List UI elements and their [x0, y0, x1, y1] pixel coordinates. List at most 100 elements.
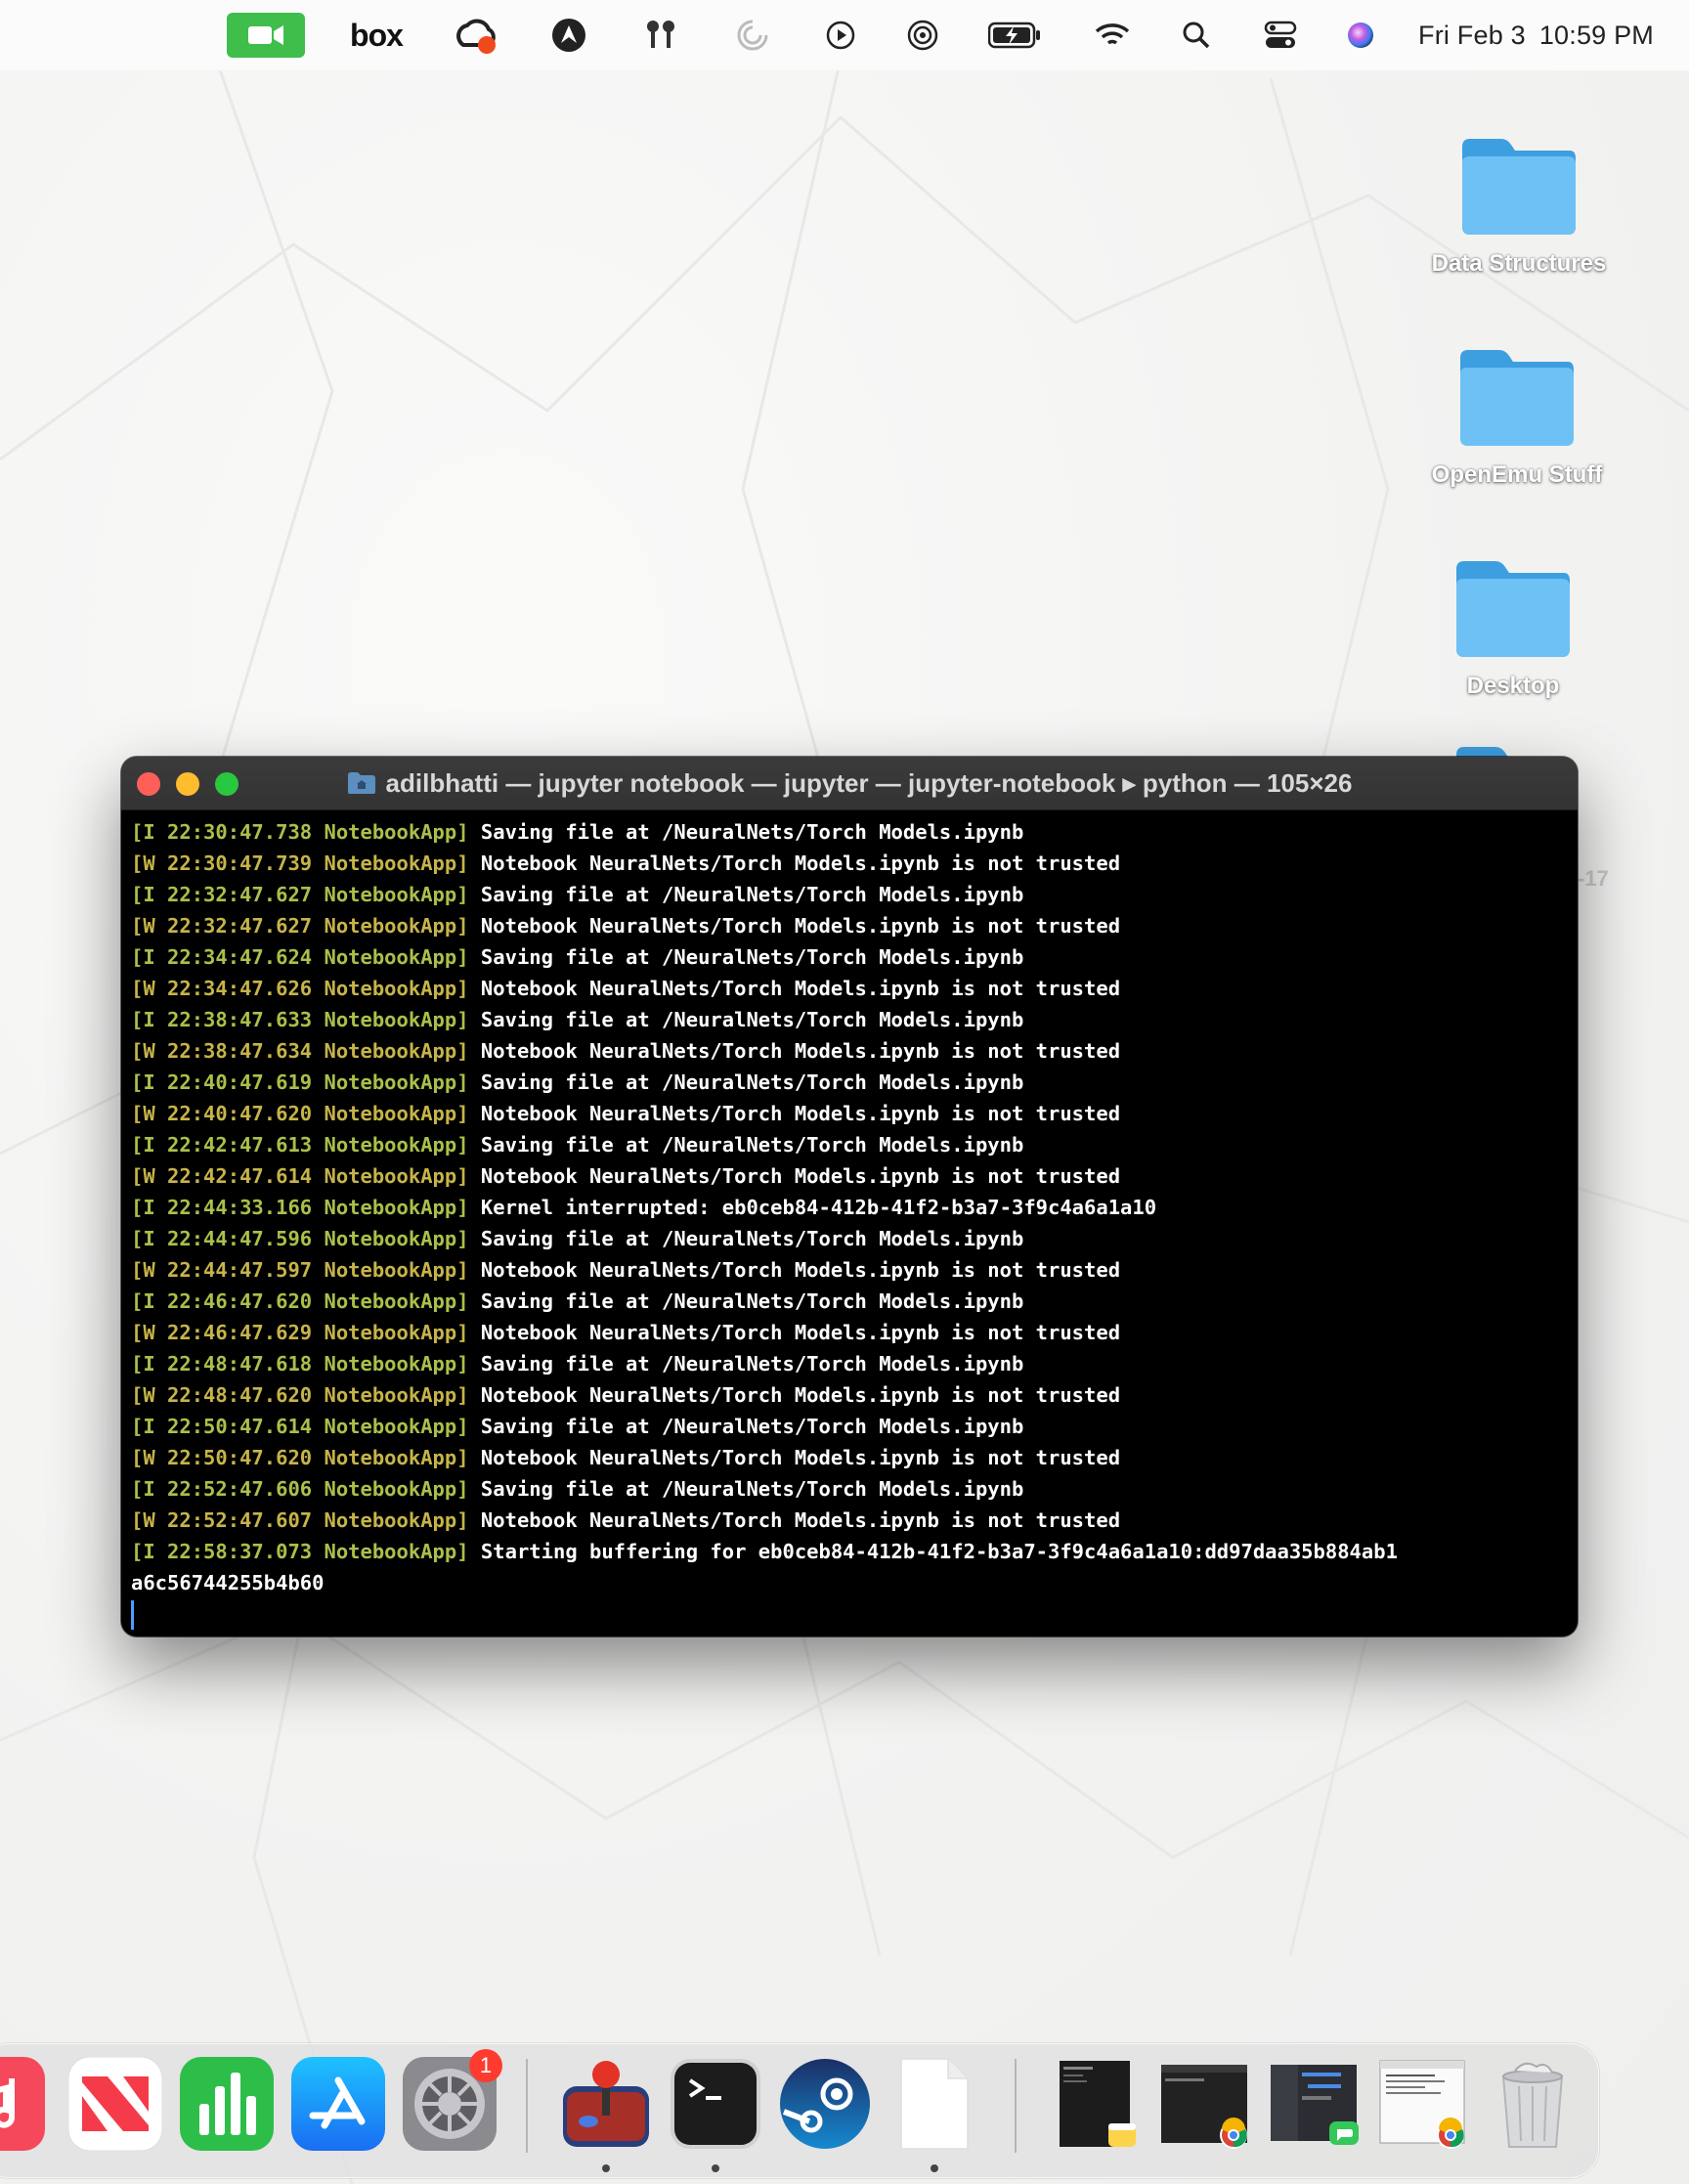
terminal-line: [I 22:52:47.606 NotebookApp] Saving file… [131, 1473, 1568, 1505]
log-message: Notebook NeuralNets/Torch Models.ipynb i… [480, 1164, 1121, 1188]
dock-separator [1015, 2059, 1017, 2153]
music-icon[interactable] [0, 2057, 45, 2151]
log-tag-warning: [W 22:32:47.627 NotebookApp] [131, 914, 469, 938]
log-message: Starting buffering for eb0ceb84-412b-41f… [480, 1540, 1398, 1563]
log-tag-warning: [W 22:50:47.620 NotebookApp] [131, 1446, 469, 1469]
facetime-icon[interactable] [227, 0, 305, 70]
log-message: Notebook NeuralNets/Torch Models.ipynb i… [480, 1039, 1121, 1063]
log-tag-warning: [W 22:42:47.614 NotebookApp] [131, 1164, 469, 1188]
log-tag-info: [I 22:42:47.613 NotebookApp] [131, 1133, 469, 1157]
terminal-line: [I 22:42:47.613 NotebookApp] Saving file… [131, 1129, 1568, 1160]
vpn-icon[interactable] [549, 0, 588, 70]
home-folder-icon [347, 772, 375, 794]
prompt-line[interactable] [131, 1598, 1568, 1630]
text-cursor [131, 1600, 134, 1630]
window-title-text: adilbhatti — jupyter notebook — jupyter … [385, 767, 1353, 798]
log-tag-warning: [W 22:44:47.597 NotebookApp] [131, 1258, 469, 1282]
log-message: Saving file at /NeuralNets/Torch Models.… [480, 1352, 1024, 1376]
desktop-folder-data-structures[interactable]: Data Structures [1411, 133, 1626, 278]
terminal-titlebar[interactable]: adilbhatti — jupyter notebook — jupyter … [121, 757, 1578, 810]
window-title: adilbhatti — jupyter notebook — jupyter … [347, 767, 1353, 799]
airpods-icon[interactable] [641, 0, 680, 70]
log-message: Saving file at /NeuralNets/Torch Models.… [480, 820, 1024, 844]
close-button[interactable] [137, 772, 160, 796]
wifi-icon[interactable] [1093, 0, 1132, 70]
log-tag-info: [I 22:44:47.596 NotebookApp] [131, 1227, 469, 1250]
log-tag-info: [I 22:46:47.620 NotebookApp] [131, 1289, 469, 1313]
airdrop-icon[interactable] [903, 0, 942, 70]
creative-cloud-icon[interactable] [454, 0, 498, 70]
terminal-line: a6c56744255b4b60 [131, 1567, 1568, 1598]
joystick-app-icon[interactable] [559, 2057, 653, 2151]
terminal-line: [W 22:50:47.620 NotebookApp] Notebook Ne… [131, 1442, 1568, 1473]
folder-label: OpenEmu Stuff [1431, 461, 1603, 488]
steam-icon[interactable] [778, 2057, 872, 2151]
notes-window-thumbnail[interactable] [1052, 2057, 1146, 2151]
numbers-icon[interactable] [180, 2057, 274, 2151]
terminal-line: [I 22:50:47.614 NotebookApp] Saving file… [131, 1411, 1568, 1442]
running-indicator [712, 2164, 719, 2172]
terminal-line: [W 22:32:47.627 NotebookApp] Notebook Ne… [131, 910, 1568, 941]
desktop-folder-openemu-stuff[interactable]: OpenEmu Stuff [1409, 344, 1624, 489]
terminal-line: [I 22:44:47.596 NotebookApp] Saving file… [131, 1223, 1568, 1254]
chrome-window-thumbnail[interactable] [1159, 2057, 1253, 2151]
log-message: Saving file at /NeuralNets/Torch Models.… [480, 1477, 1024, 1501]
system-settings-icon[interactable]: 1 [403, 2049, 502, 2151]
terminal-line: [W 22:38:47.634 NotebookApp] Notebook Ne… [131, 1035, 1568, 1067]
log-message: Saving file at /NeuralNets/Torch Models.… [480, 1008, 1024, 1031]
terminal-line: [W 22:34:47.626 NotebookApp] Notebook Ne… [131, 973, 1568, 1004]
minimize-button[interactable] [176, 772, 199, 796]
maximize-button[interactable] [215, 772, 238, 796]
hidden-desktop-item-label: -17 [1578, 866, 1609, 891]
news-icon[interactable] [67, 2056, 163, 2152]
siri-icon[interactable] [1341, 0, 1380, 70]
log-message: Saving file at /NeuralNets/Torch Models.… [480, 1133, 1024, 1157]
terminal-line: [W 22:44:47.597 NotebookApp] Notebook Ne… [131, 1254, 1568, 1286]
terminal-output[interactable]: [I 22:30:47.738 NotebookApp] Saving file… [121, 810, 1578, 1630]
window-controls [137, 772, 254, 796]
log-message: Notebook NeuralNets/Torch Models.ipynb i… [480, 1446, 1121, 1469]
desktop-folder-desktop[interactable]: Desktop [1406, 555, 1621, 700]
log-tag-info: [I 22:58:37.073 NotebookApp] [131, 1540, 469, 1563]
log-message: a6c56744255b4b60 [131, 1571, 325, 1594]
document-icon[interactable] [888, 2057, 981, 2151]
terminal-line: [I 22:44:33.166 NotebookApp] Kernel inte… [131, 1192, 1568, 1223]
log-message: Notebook NeuralNets/Torch Models.ipynb i… [480, 1258, 1121, 1282]
messages-window-thumbnail[interactable] [1269, 2057, 1363, 2151]
focus-icon[interactable] [733, 0, 772, 70]
folder-icon [1458, 133, 1580, 237]
menu-bar-clock[interactable]: Fri Feb 3 10:59 PM [1405, 0, 1654, 70]
box-icon[interactable]: box [346, 0, 407, 70]
log-tag-warning: [W 22:34:47.626 NotebookApp] [131, 977, 469, 1000]
log-tag-info: [I 22:38:47.633 NotebookApp] [131, 1008, 469, 1031]
battery-icon[interactable] [987, 0, 1044, 70]
log-message: Kernel interrupted: eb0ceb84-412b-41f2-b… [480, 1196, 1157, 1219]
terminal-line: [I 22:40:47.619 NotebookApp] Saving file… [131, 1067, 1568, 1098]
now-playing-icon[interactable] [821, 0, 860, 70]
trash-icon[interactable] [1486, 2057, 1580, 2151]
log-tag-info: [I 22:40:47.619 NotebookApp] [131, 1070, 469, 1094]
terminal-line: [I 22:58:37.073 NotebookApp] Starting bu… [131, 1536, 1568, 1567]
terminal-line: [I 22:34:47.624 NotebookApp] Saving file… [131, 941, 1568, 973]
folder-label: Desktop [1466, 673, 1560, 699]
running-indicator [602, 2164, 610, 2172]
log-message: Notebook NeuralNets/Torch Models.ipynb i… [480, 1321, 1121, 1344]
chrome-document-thumbnail[interactable] [1376, 2057, 1470, 2151]
terminal-icon[interactable] [669, 2057, 762, 2151]
control-center-icon[interactable] [1261, 0, 1300, 70]
log-tag-warning: [W 22:52:47.607 NotebookApp] [131, 1508, 469, 1532]
log-message: Saving file at /NeuralNets/Torch Models.… [480, 1227, 1024, 1250]
terminal-line: [I 22:48:47.618 NotebookApp] Saving file… [131, 1348, 1568, 1379]
terminal-line: [I 22:32:47.627 NotebookApp] Saving file… [131, 879, 1568, 910]
terminal-line: [W 22:30:47.739 NotebookApp] Notebook Ne… [131, 848, 1568, 879]
log-tag-warning: [W 22:46:47.629 NotebookApp] [131, 1321, 469, 1344]
folder-label: Data Structures [1431, 250, 1607, 277]
dock-separator [526, 2059, 528, 2153]
app-store-icon[interactable] [291, 2057, 385, 2151]
terminal-window[interactable]: adilbhatti — jupyter notebook — jupyter … [121, 757, 1578, 1637]
log-message: Notebook NeuralNets/Torch Models.ipynb i… [480, 1508, 1121, 1532]
terminal-line: [W 22:48:47.620 NotebookApp] Notebook Ne… [131, 1379, 1568, 1411]
log-tag-info: [I 22:34:47.624 NotebookApp] [131, 945, 469, 969]
log-message: Notebook NeuralNets/Torch Models.ipynb i… [480, 1383, 1121, 1407]
spotlight-icon[interactable] [1177, 0, 1216, 70]
